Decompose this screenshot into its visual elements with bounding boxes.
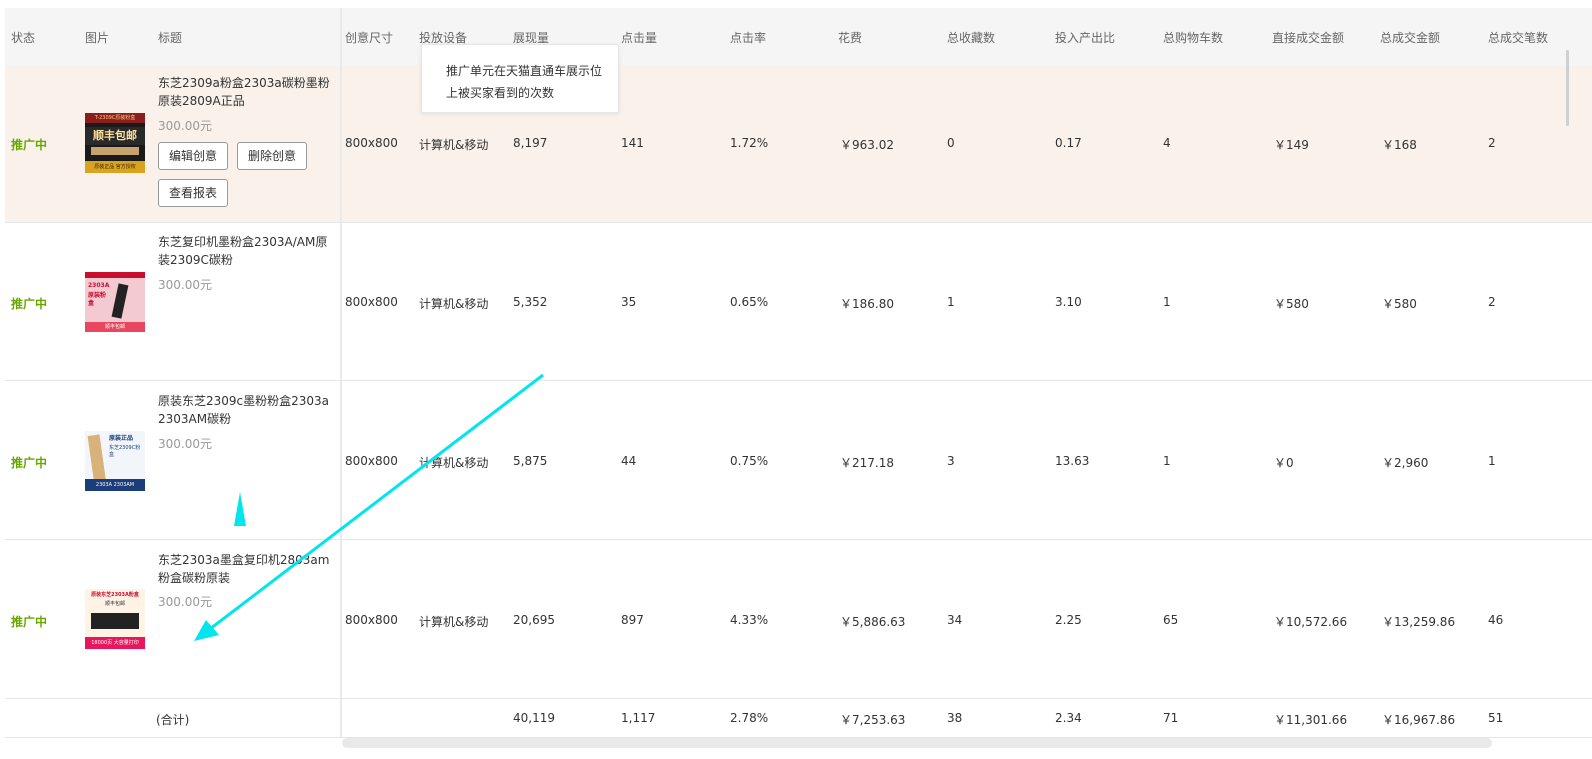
annotation-overlay — [194, 373, 544, 641]
annotation-triangle — [234, 492, 246, 526]
annotation-arrow-line — [205, 373, 544, 634]
